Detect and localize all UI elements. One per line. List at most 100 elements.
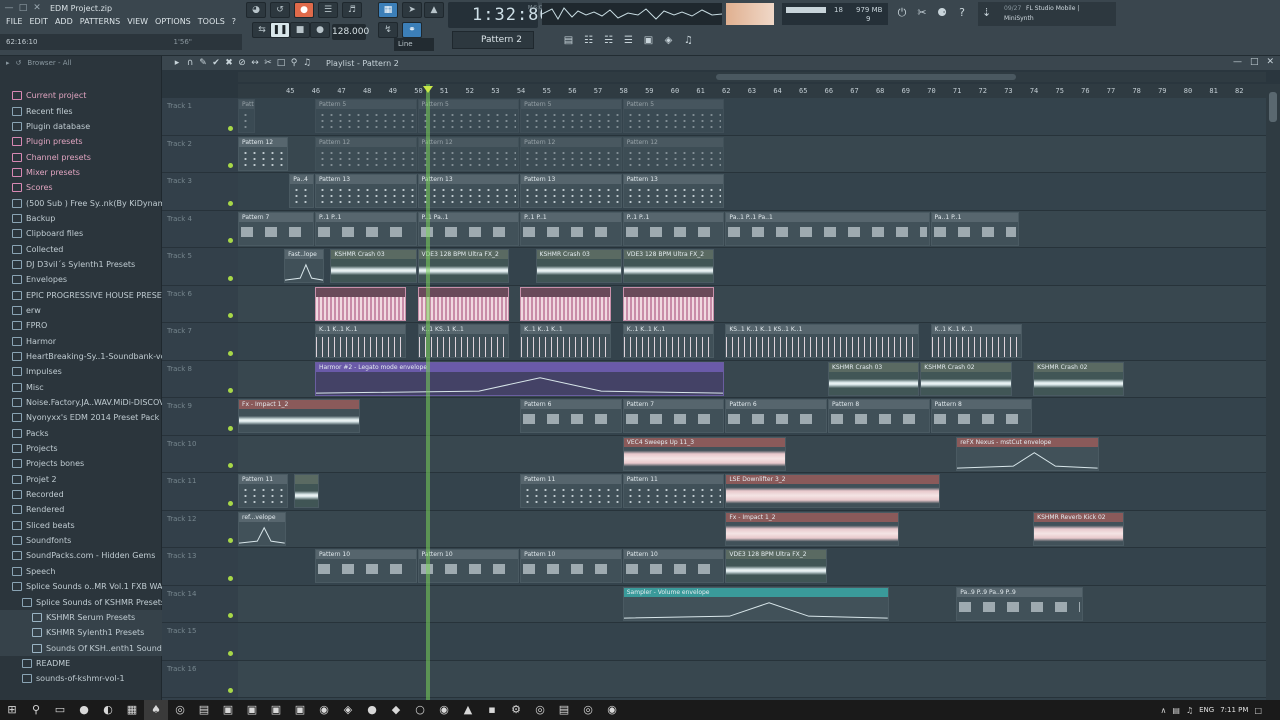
browser-item[interactable]: Sounds Of KSH..enth1 Soundset	[0, 640, 162, 656]
app-icon-11[interactable]: ◉	[600, 700, 624, 720]
app-icon-1[interactable]: ◈	[336, 700, 360, 720]
illustrator-icon[interactable]: ▣	[216, 700, 240, 720]
track-header[interactable]: Track 1	[162, 98, 238, 136]
playlist-clip[interactable]: K..1 K..1 K..1	[930, 324, 1022, 358]
browser-item[interactable]: sounds-of-kshmr-vol-1	[0, 671, 162, 686]
playlist-clip[interactable]: P..1 P..1	[314, 211, 417, 246]
track-header[interactable]: Track 10	[162, 436, 238, 473]
premiere-icon[interactable]: ▣	[264, 700, 288, 720]
playlist-clip[interactable]: Pattern 12	[238, 136, 289, 171]
track-enable-led[interactable]	[228, 388, 233, 393]
playlist-clip[interactable]: KSHMR Crash 03	[535, 249, 622, 283]
playlist-clip[interactable]: Pattern 13	[520, 174, 622, 208]
tray-arrow-icon[interactable]: ∧	[1161, 706, 1167, 715]
browser-item[interactable]: KSHMR Sylenth1 Presets	[0, 625, 162, 641]
browser-item[interactable]: Current project	[0, 88, 162, 103]
vertical-scrollbar[interactable]	[1266, 84, 1280, 700]
help-icon[interactable]: ?	[954, 4, 970, 22]
playlist-clip[interactable]	[417, 286, 509, 321]
track-enable-led[interactable]	[228, 538, 233, 543]
vertical-scroll-thumb[interactable]	[1269, 92, 1277, 122]
app-icon-10[interactable]: ◎	[576, 700, 600, 720]
countdown-icon[interactable]: ●	[294, 2, 314, 18]
volume-icon[interactable]: ♫	[1186, 706, 1193, 715]
playlist-clip[interactable]: Pattern 11	[238, 474, 289, 508]
pencil-icon[interactable]: ✎	[198, 58, 208, 68]
track-lane[interactable]	[238, 623, 1266, 661]
delete-icon[interactable]: ✖	[224, 58, 234, 68]
mixer-lock-icon[interactable]: ▲	[424, 2, 444, 18]
app-icon-4[interactable]: ○	[408, 700, 432, 720]
playlist-clip[interactable]: Pattern 11	[622, 474, 725, 508]
track-header[interactable]: Track 12	[162, 511, 238, 548]
playlist-clip[interactable]: Fx - Impact 1_2	[238, 399, 361, 433]
menu-item[interactable]: OPTIONS	[155, 17, 191, 31]
menu-item[interactable]: EDIT	[29, 17, 47, 31]
metronome-icon[interactable]: ◕	[246, 2, 266, 18]
browser-arrow-icon[interactable]: ▸	[6, 59, 10, 67]
track-header[interactable]: Track 11	[162, 473, 238, 511]
track-enable-led[interactable]	[228, 163, 233, 168]
browser-item[interactable]: Backup	[0, 211, 162, 226]
playlist-clip[interactable]: Pattern 5	[314, 99, 417, 133]
pattern-selector[interactable]: Pattern 2	[452, 31, 534, 49]
file-explorer-icon[interactable]: ▦	[120, 700, 144, 720]
slip-icon[interactable]: ↔	[250, 58, 260, 68]
playlist-clip[interactable]: reFX Nexus - mstCut envelope	[956, 436, 1099, 471]
store-icon[interactable]: ▤	[192, 700, 216, 720]
playlist-clip[interactable]: Pattern 11	[520, 474, 622, 508]
step-edit-icon[interactable]: ☰	[318, 2, 338, 18]
horizontal-scrollbar[interactable]	[238, 72, 1266, 82]
app-icon-6[interactable]: ▲	[456, 700, 480, 720]
playlist-clip[interactable]: P..1 P..1	[520, 211, 622, 246]
pattern-mode-icon[interactable]: ➤	[402, 2, 422, 18]
playlist-clip[interactable]: Pattern 13	[417, 174, 520, 208]
browser-item[interactable]: Sliced beats	[0, 518, 162, 533]
photoshop-icon[interactable]: ▣	[240, 700, 264, 720]
app-icon-8[interactable]: ◎	[528, 700, 552, 720]
playhead[interactable]	[426, 84, 430, 700]
playlist-clip[interactable]: K..1 K..1 K..1	[520, 324, 612, 358]
browser-item[interactable]: HeartBreaking-Sy..1-Soundbank-vol3	[0, 349, 162, 364]
browser-back-icon[interactable]: ↺	[16, 59, 22, 67]
piano-roll-icon[interactable]: ☷	[580, 32, 597, 49]
menu-item[interactable]: ?	[232, 17, 236, 31]
clock[interactable]: 7:11 PM	[1220, 706, 1248, 714]
track-enable-led[interactable]	[228, 688, 233, 693]
playlist-clip[interactable]: VDE3 128 BPM Ultra FX_2	[725, 549, 827, 583]
language-indicator[interactable]: ENG	[1199, 706, 1214, 714]
song-mode-icon[interactable]: ▦	[378, 2, 398, 18]
playlist-clip[interactable]: KSHMR Crash 03	[330, 249, 417, 283]
horizontal-scroll-thumb[interactable]	[716, 74, 1016, 80]
playlist-clip[interactable]: Pattern 13	[314, 174, 417, 208]
track-header[interactable]: Track 9	[162, 398, 238, 436]
playlist-clip[interactable]: Pa..9 P..9 Pa..9 P..9	[956, 586, 1084, 621]
news-panel[interactable]: ⇣ 09/27 FL Studio Mobile | MiniSynth	[978, 2, 1116, 26]
track-header[interactable]: Track 5	[162, 248, 238, 286]
browser-item[interactable]: Recorded	[0, 487, 162, 502]
cut-icon[interactable]: ✂	[914, 4, 930, 22]
track-enable-led[interactable]	[228, 275, 233, 281]
playlist-minimize-icon[interactable]: —	[1233, 57, 1242, 67]
channel-rack-icon[interactable]: ☵	[600, 32, 617, 49]
app-icon-7[interactable]: ▪	[480, 700, 504, 720]
browser-item[interactable]: Projet 2	[0, 472, 162, 487]
playlist-clip[interactable]: Pattern 13	[622, 174, 725, 208]
power-icon[interactable]: ⏻	[894, 4, 910, 22]
browser-item[interactable]: Plugin presets	[0, 134, 162, 149]
playlist-clip[interactable]: K..1 K..1 K..1	[622, 324, 715, 358]
track-enable-led[interactable]	[228, 200, 233, 206]
microphone-icon[interactable]: ⚈	[934, 4, 950, 22]
settings-icon[interactable]: ⚙	[504, 700, 528, 720]
track-enable-led[interactable]	[228, 238, 233, 243]
track-header[interactable]: Track 16	[162, 661, 238, 698]
playlist-clip[interactable]: P..1 P..1	[622, 211, 725, 246]
track-enable-led[interactable]	[228, 125, 233, 131]
menu-item[interactable]: FILE	[6, 17, 22, 31]
zoom-icon[interactable]: ⚲	[289, 58, 299, 68]
browser-icon[interactable]: ▣	[640, 32, 657, 49]
menu-item[interactable]: VIEW	[127, 17, 148, 31]
notification-icon[interactable]: □	[1254, 706, 1262, 715]
playlist-clip[interactable]: Sampler - Volume envelope	[622, 586, 889, 621]
track-header[interactable]: Track 7	[162, 323, 238, 361]
